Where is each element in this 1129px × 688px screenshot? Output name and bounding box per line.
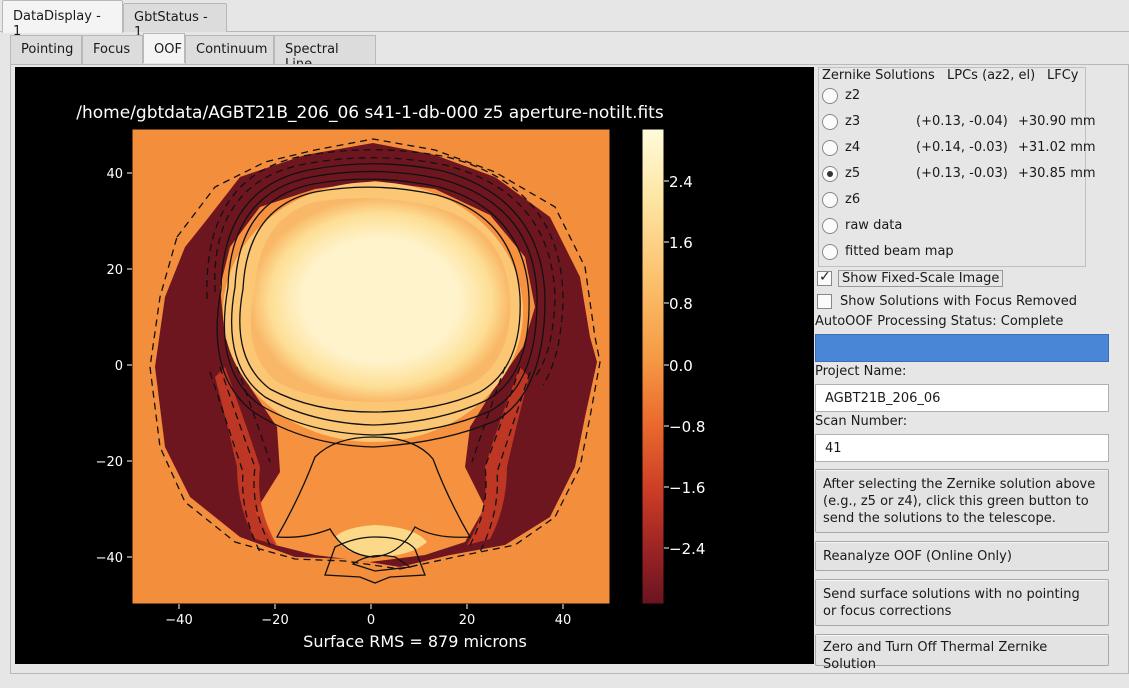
lfcy-value: +30.90 mm xyxy=(1018,114,1096,129)
y-tick-label: −40 xyxy=(96,551,123,566)
colorbar-tick-label: 0.8 xyxy=(669,295,693,313)
radio-button-selected[interactable] xyxy=(822,166,838,182)
project-name-label: Project Name: xyxy=(815,364,907,379)
aperture-plot: /home/gbtdata/AGBT21B_206_06 s41-1-db-00… xyxy=(15,67,814,664)
focus-removed-checkbox[interactable] xyxy=(817,294,832,309)
scan-number-label: Scan Number: xyxy=(815,414,908,429)
tab-gbtstatus[interactable]: GbtStatus - 1 xyxy=(123,3,227,40)
lpcs-heading: LPCs (az2, el) xyxy=(947,68,1036,83)
processing-status-label: AutoOOF Processing Status: Complete xyxy=(815,314,1064,329)
colorbar-tick-label: 2.4 xyxy=(669,173,693,191)
control-panel: Zernike Solutions LPCs (az2, el) LFCy z2… xyxy=(814,67,1114,672)
project-name-input[interactable]: AGBT21B_206_06 xyxy=(815,384,1109,412)
radio-button[interactable] xyxy=(822,218,838,234)
tab-pointing[interactable]: Pointing xyxy=(10,35,82,64)
fixed-scale-checkbox[interactable] xyxy=(817,269,832,286)
lpc-value: (+0.13, -0.04) xyxy=(916,114,1008,129)
zernike-solutions-heading: Zernike Solutions xyxy=(822,68,935,83)
radio-label: z6 xyxy=(845,192,861,207)
tab-oof[interactable]: OOF xyxy=(143,33,185,63)
x-axis: −40 −20 0 20 40 xyxy=(165,604,571,628)
radio-label: raw data xyxy=(845,218,903,233)
plot-title: /home/gbtdata/AGBT21B_206_06 s41-1-db-00… xyxy=(76,103,664,123)
radio-label: z3 xyxy=(845,114,861,129)
lfcy-value: +31.02 mm xyxy=(1018,140,1096,155)
sub-tab-bar: Pointing Focus OOF Continuum Spectral Li… xyxy=(8,33,1129,72)
x-tick-label: −20 xyxy=(261,613,288,628)
x-tick-label: 20 xyxy=(459,613,476,628)
radio-label: z5 xyxy=(845,166,861,181)
radio-button[interactable] xyxy=(822,114,838,130)
lfcy-heading: LFCy xyxy=(1047,68,1079,83)
top-tab-bar: DataDisplay - 1 GbtStatus - 1 xyxy=(0,0,1129,40)
colorbar-tick-label: −1.6 xyxy=(669,479,705,497)
colorbar xyxy=(641,128,665,605)
lpc-value: (+0.14, -0.03) xyxy=(916,140,1008,155)
tab-datadisplay[interactable]: DataDisplay - 1 xyxy=(2,0,123,39)
lpc-value: (+0.13, -0.03) xyxy=(916,166,1008,181)
radio-button[interactable] xyxy=(822,192,838,208)
radio-button[interactable] xyxy=(822,88,838,104)
radio-label: z4 xyxy=(845,140,861,155)
radio-button[interactable] xyxy=(822,140,838,156)
aperture-core xyxy=(250,198,511,402)
radio-label: z2 xyxy=(845,88,861,103)
send-solutions-button[interactable]: After selecting the Zernike solution abo… xyxy=(815,469,1109,533)
tab-continuum[interactable]: Continuum xyxy=(185,35,274,64)
processing-status-bar xyxy=(815,334,1109,362)
radio-button[interactable] xyxy=(822,244,838,260)
zernike-solutions-group: Zernike Solutions LPCs (az2, el) LFCy z2… xyxy=(818,67,1096,267)
app-window: DataDisplay - 1 GbtStatus - 1 Pointing F… xyxy=(0,0,1129,688)
y-tick-label: 40 xyxy=(106,167,123,182)
reanalyze-oof-button[interactable]: Reanalyze OOF (Online Only) xyxy=(815,541,1109,571)
y-tick-label: 0 xyxy=(115,359,123,374)
y-axis: 40 20 0 −20 −40 xyxy=(96,167,132,566)
colorbar-tick-label: −0.8 xyxy=(669,418,705,436)
lfcy-value: +30.85 mm xyxy=(1018,166,1096,181)
surface-rms-caption: Surface RMS = 879 microns xyxy=(303,632,527,651)
aperture-plot-svg: /home/gbtdata/AGBT21B_206_06 s41-1-db-00… xyxy=(76,103,705,651)
colorbar-tick-label: 0.0 xyxy=(669,357,693,375)
x-tick-label: −40 xyxy=(165,613,192,628)
radio-label: fitted beam map xyxy=(845,244,954,259)
colorbar-ticks: 2.4 1.6 0.8 0.0 −0.8 −1.6 −2.4 xyxy=(664,173,705,558)
colorbar-tick-label: −2.4 xyxy=(669,540,705,558)
zero-thermal-zernike-button[interactable]: Zero and Turn Off Thermal Zernike Soluti… xyxy=(815,634,1109,672)
x-tick-label: 40 xyxy=(555,613,572,628)
y-tick-label: −20 xyxy=(96,455,123,470)
tab-focus[interactable]: Focus xyxy=(82,35,143,64)
send-surface-solutions-button[interactable]: Send surface solutions with no pointing … xyxy=(815,579,1109,626)
y-tick-label: 20 xyxy=(106,263,123,278)
x-tick-label: 0 xyxy=(367,613,375,628)
fixed-scale-label: Show Fixed-Scale Image xyxy=(838,270,1004,287)
tab-spectral-line[interactable]: Spectral Line xyxy=(274,35,376,72)
scan-number-input[interactable]: 41 xyxy=(815,434,1109,462)
colorbar-tick-label: 1.6 xyxy=(669,234,693,252)
focus-removed-label: Show Solutions with Focus Removed xyxy=(840,294,1078,309)
